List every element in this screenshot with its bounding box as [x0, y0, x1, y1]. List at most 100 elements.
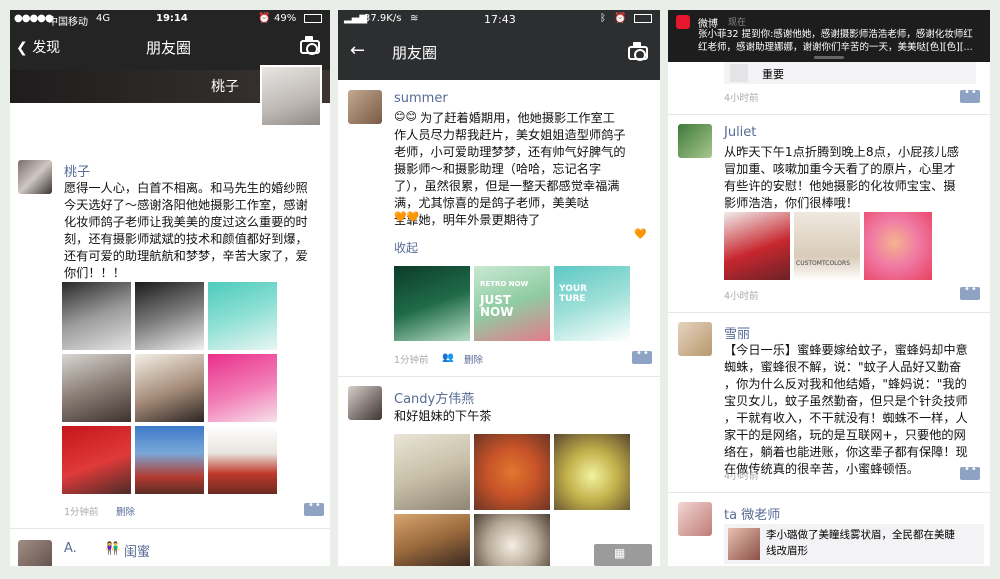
photo-2[interactable]: CUSTOMTCOLORS	[794, 212, 860, 280]
divider	[668, 492, 990, 493]
phone-1-moments: ●●●●● 中国移动 4G 19:14 ⏰ 49% ❮ 发现 朋友圈 桃子 桃子…	[10, 10, 330, 566]
divider	[338, 376, 660, 377]
back-label: 发现	[32, 40, 61, 56]
keyboard-toggle-button[interactable]: ▦	[594, 544, 652, 566]
heart-emoji-icon: 🧡	[634, 229, 647, 240]
photo-5[interactable]	[474, 514, 550, 566]
status-bar: ●●●●● 中国移动 4G 19:14 ⏰ 49%	[10, 10, 330, 28]
photo-2[interactable]	[135, 282, 204, 350]
grid-icon: ▦	[614, 546, 626, 560]
link-icon	[730, 64, 748, 82]
battery-level: 49%	[274, 13, 297, 24]
nav-bar: ← 朋友圈	[338, 28, 660, 78]
notification-banner[interactable]: 微博 现在 张小菲32 提到你:感谢他她，感谢摄影师浩浩老师，感谢化妆师红 红老…	[668, 10, 990, 62]
phone-3-moments: 微博 现在 张小菲32 提到你:感谢他她，感谢摄影师浩浩老师，感谢化妆师红 红老…	[668, 10, 990, 566]
photo-1[interactable]	[724, 212, 790, 280]
post-author[interactable]: Juliet	[724, 125, 756, 140]
shared-link-card[interactable]: 李小璐做了美瞳线雾状眉，全民都在美睫 线改眉形	[724, 524, 984, 564]
avatar[interactable]	[348, 386, 382, 420]
shared-link-thumb	[728, 528, 760, 560]
comment-icon[interactable]	[960, 284, 980, 300]
page-title: 朋友圈	[146, 39, 192, 57]
post-author[interactable]: 雪丽	[724, 323, 750, 342]
divider	[668, 312, 990, 313]
delete-link[interactable]: 删除	[116, 504, 135, 518]
self-name: 桃子	[211, 79, 239, 95]
photo-5[interactable]	[135, 354, 204, 422]
divider	[10, 528, 330, 529]
network-type: 4G	[96, 13, 111, 24]
phone-2-moments: ▂▄▆ 37.9K/s ≋ 17:43 ᛒ ⏰ ← 朋友圈 summer 😊😊 …	[338, 10, 660, 566]
post-text: 和好姐妹的下午茶	[394, 409, 492, 423]
photo-3[interactable]	[864, 212, 932, 280]
photo-2[interactable]: RETRO NOW JUST NOW	[474, 266, 550, 341]
photo-label: CUSTOMTCOLORS	[796, 260, 851, 267]
post-time: 4小时前	[724, 471, 759, 482]
photo-3[interactable]: YOUR TURE	[554, 266, 630, 341]
avatar[interactable]	[348, 90, 382, 124]
collapse-link[interactable]: 收起	[394, 239, 418, 256]
photo-text: RETRO NOW	[480, 280, 529, 288]
avatar[interactable]	[18, 540, 52, 566]
post-time: 4小时前	[724, 93, 759, 104]
status-time: 17:43	[484, 13, 516, 26]
post-author[interactable]: ta 微老师	[724, 504, 780, 523]
camera-icon[interactable]	[628, 42, 648, 61]
back-arrow-icon[interactable]: ←	[350, 40, 365, 61]
photo-4[interactable]	[394, 514, 470, 566]
drag-handle[interactable]	[814, 56, 844, 59]
photo-9[interactable]	[208, 426, 277, 494]
shared-link-text: 李小璐做了美瞳线雾状眉，全民都在美睫 线改眉形	[766, 529, 955, 557]
photo-3[interactable]	[554, 434, 630, 510]
privacy-icon: 👥	[442, 352, 454, 363]
avatar[interactable]	[678, 322, 712, 356]
photo-1[interactable]	[394, 434, 470, 510]
photo-text: JUST NOW	[480, 293, 514, 319]
comment-icon[interactable]	[632, 348, 652, 364]
battery-icon	[304, 14, 322, 23]
post-author[interactable]: A.	[64, 541, 77, 556]
post-time: 1分钟前	[394, 355, 429, 366]
camera-icon[interactable]	[300, 36, 320, 55]
self-avatar[interactable]	[260, 65, 322, 127]
status-bar: ▂▄▆ 37.9K/s ≋ 17:43 ᛒ ⏰	[338, 10, 660, 28]
chevron-left-icon: ❮	[16, 40, 28, 56]
post-author[interactable]: summer	[394, 91, 448, 106]
signal-dots-icon: ●●●●●	[14, 13, 54, 24]
shared-card-text: 重要	[762, 68, 784, 81]
photo-1[interactable]	[62, 282, 131, 350]
photo-8[interactable]	[135, 426, 204, 494]
photo-7[interactable]	[62, 426, 131, 494]
back-button[interactable]: ❮ 发现	[16, 37, 60, 57]
avatar[interactable]	[18, 160, 52, 194]
photo-4[interactable]	[62, 354, 131, 422]
status-time: 19:14	[156, 13, 188, 24]
photo-2[interactable]	[474, 434, 550, 510]
bluetooth-icon: ᛒ	[600, 13, 606, 24]
notification-time: 现在	[728, 18, 747, 28]
heart-emoji-icon: 🧡🧡	[394, 212, 419, 223]
post-author[interactable]: Candy方伟燕	[394, 388, 474, 407]
post-author-nick: 闺蜜	[124, 545, 151, 560]
post-text: 为了赶着婚期用，他她摄影工作室工 作人员尽力帮我赶片，美女姐姐造型师鸽子 老师，…	[394, 111, 626, 227]
divider	[668, 114, 990, 115]
shared-card[interactable]: 重要	[724, 62, 976, 84]
notification-text: 张小菲32 提到你:感谢他她，感谢摄影师浩浩老师，感谢化妆师红 红老师，感谢助理…	[698, 29, 973, 53]
avatar[interactable]	[678, 124, 712, 158]
post-text: 从昨天下午1点折腾到晚上8点，小屁孩儿感 冒加重、咳嗽加重今天看了的原片，心里才…	[724, 145, 959, 210]
comment-icon[interactable]	[960, 87, 980, 103]
photo-1[interactable]	[394, 266, 470, 341]
battery-icon	[634, 14, 652, 23]
photo-text: YOUR TURE	[559, 284, 588, 304]
gift-emoji-icon: 👫	[105, 541, 120, 555]
avatar[interactable]	[678, 502, 712, 536]
post-text: 愿得一人心，白首不相离。和马先生的婚纱照 今天选好了～感谢洛阳他她摄影工作室，感…	[64, 181, 308, 280]
delete-link[interactable]: 删除	[464, 352, 483, 366]
photo-3[interactable]	[208, 282, 277, 350]
weibo-icon	[676, 15, 690, 29]
post-author[interactable]: 桃子	[64, 161, 90, 180]
alarm-icon: ⏰	[614, 13, 627, 24]
photo-6[interactable]	[208, 354, 277, 422]
comment-icon[interactable]	[304, 500, 324, 516]
comment-icon[interactable]	[960, 464, 980, 480]
